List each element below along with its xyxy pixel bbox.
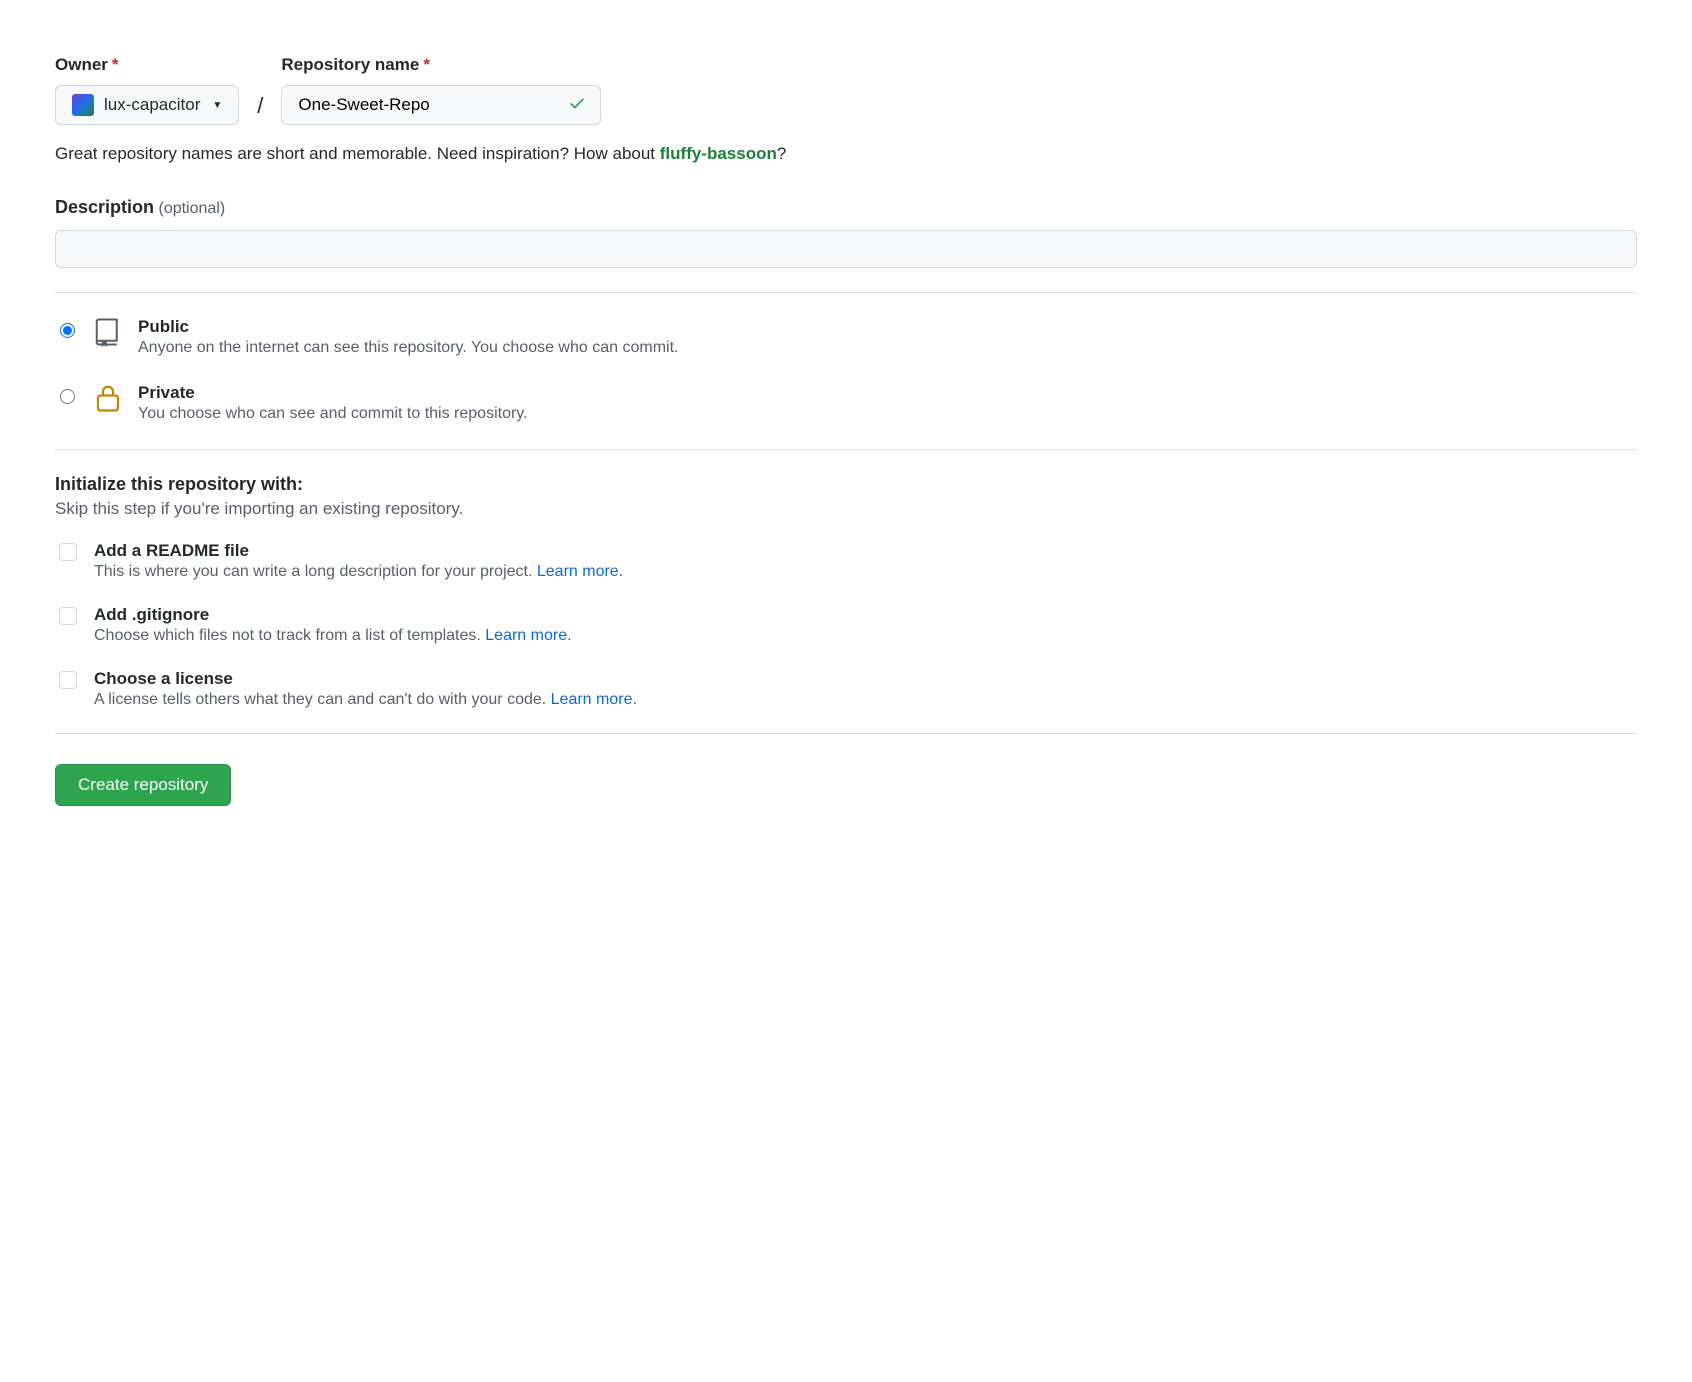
required-asterisk: * xyxy=(423,55,430,74)
caret-down-icon: ▼ xyxy=(212,100,222,111)
owner-select-dropdown[interactable]: lux-capacitor ▼ xyxy=(55,85,239,125)
initialize-title: Initialize this repository with: xyxy=(55,474,1637,495)
license-subtitle: A license tells others what they can and… xyxy=(94,691,637,709)
owner-name: lux-capacitor xyxy=(104,95,200,115)
divider xyxy=(55,292,1637,293)
required-asterisk: * xyxy=(112,55,119,74)
repo-public-icon xyxy=(92,317,124,347)
private-title: Private xyxy=(138,383,528,403)
add-readme-checkbox[interactable] xyxy=(59,543,77,561)
divider xyxy=(55,449,1637,450)
private-subtitle: You choose who can see and commit to thi… xyxy=(138,405,528,423)
repo-name-field-container xyxy=(281,85,601,125)
gitignore-subtitle: Choose which files not to track from a l… xyxy=(94,627,572,645)
repo-name-input[interactable] xyxy=(296,94,568,116)
readme-learn-more-link[interactable]: Learn more. xyxy=(537,563,623,580)
name-hint-text: Great repository names are short and mem… xyxy=(55,141,1637,167)
description-input[interactable] xyxy=(55,230,1637,268)
valid-check-icon xyxy=(568,94,586,117)
public-subtitle: Anyone on the internet can see this repo… xyxy=(138,339,678,357)
create-repository-button[interactable]: Create repository xyxy=(55,764,231,806)
gitignore-title: Add .gitignore xyxy=(94,605,572,625)
license-title: Choose a license xyxy=(94,669,637,689)
slash-separator: / xyxy=(257,93,263,119)
visibility-private-radio[interactable] xyxy=(60,389,75,404)
initialize-subtitle: Skip this step if you're importing an ex… xyxy=(55,499,1637,519)
choose-license-checkbox[interactable] xyxy=(59,671,77,689)
lock-icon xyxy=(92,383,124,413)
license-learn-more-link[interactable]: Learn more. xyxy=(551,691,637,708)
owner-avatar xyxy=(72,94,94,116)
description-label: Description (optional) xyxy=(55,197,1637,218)
repo-name-suggestion[interactable]: fluffy-bassoon xyxy=(660,144,777,163)
readme-subtitle: This is where you can write a long descr… xyxy=(94,563,623,581)
owner-label: Owner* xyxy=(55,55,239,75)
readme-title: Add a README file xyxy=(94,541,623,561)
repo-name-label: Repository name* xyxy=(281,55,601,75)
gitignore-learn-more-link[interactable]: Learn more. xyxy=(485,627,571,644)
visibility-public-radio[interactable] xyxy=(60,323,75,338)
add-gitignore-checkbox[interactable] xyxy=(59,607,77,625)
divider xyxy=(55,733,1637,734)
public-title: Public xyxy=(138,317,678,337)
